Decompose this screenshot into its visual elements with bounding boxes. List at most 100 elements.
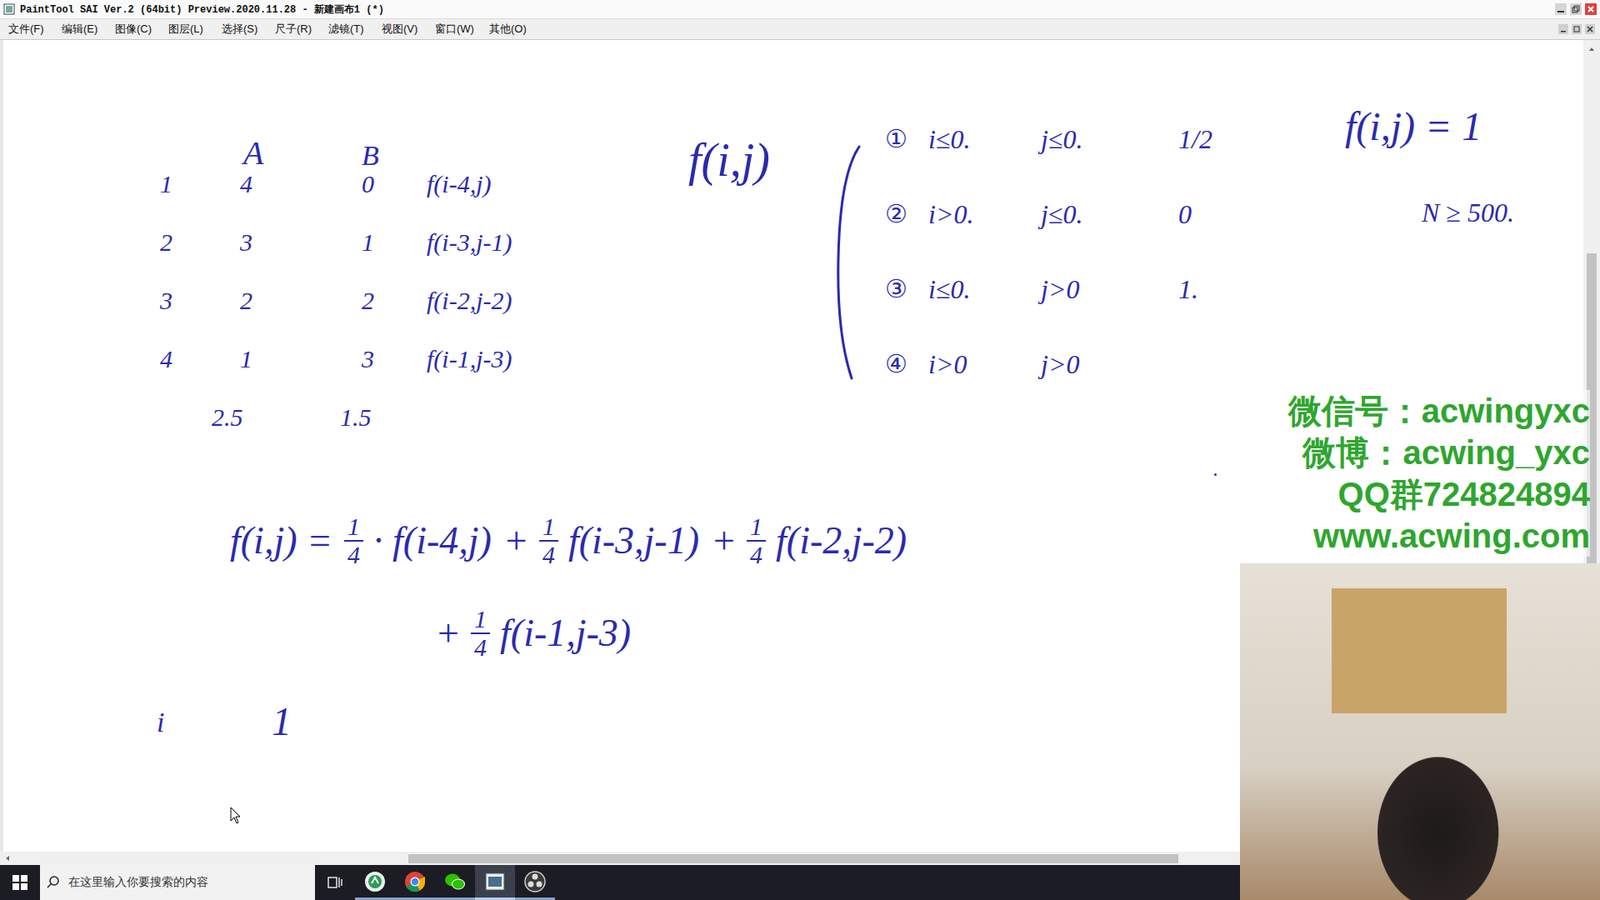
- note-formula: f(i,j) = 1: [1345, 103, 1515, 150]
- sai-app-icon: [3, 3, 15, 15]
- scroll-left-icon[interactable]: [3, 854, 12, 863]
- equation-term: + 1 4 f(i-2,j-2): [710, 513, 907, 568]
- scroll-thumb[interactable]: [408, 854, 1179, 864]
- menu-item[interactable]: 视图(V): [381, 21, 420, 37]
- watermark-line: 微信号：acwingyxc: [1288, 390, 1590, 432]
- table-header: B: [361, 133, 427, 170]
- minimize-icon[interactable]: [1558, 24, 1569, 35]
- fraction: 1 4: [344, 513, 364, 568]
- close-icon[interactable]: [1585, 3, 1597, 15]
- scroll-up-icon[interactable]: [1587, 45, 1596, 54]
- case-i: i≤0.: [928, 274, 1041, 350]
- note-bound: N ≥ 500.: [1421, 197, 1515, 229]
- value-b: 0: [361, 170, 427, 229]
- search-placeholder: 在这里输入你要搜索的内容: [68, 875, 209, 890]
- value-a: 1: [240, 345, 362, 404]
- cursor-icon: [230, 806, 244, 825]
- value-a: 4: [240, 170, 362, 229]
- case-i: i>0.: [928, 199, 1041, 275]
- case-number: ②: [885, 199, 929, 275]
- menu-item[interactable]: 窗口(W): [435, 21, 475, 37]
- close-icon[interactable]: [1585, 24, 1595, 35]
- search-icon: [46, 875, 60, 890]
- watermark-line: www.acwing.com: [1288, 515, 1590, 557]
- equation-term: + 1 4 f(i-3,j-1): [503, 513, 700, 568]
- menu-item[interactable]: 文件(F): [8, 21, 47, 37]
- taskbar-app[interactable]: [355, 865, 395, 900]
- row-number: 2: [160, 228, 240, 287]
- case-number: ③: [885, 274, 929, 350]
- table-header: A: [240, 133, 362, 170]
- menu-item[interactable]: 选择(S): [221, 21, 260, 37]
- fraction: 1 4: [539, 513, 559, 568]
- minimize-icon[interactable]: [1555, 3, 1567, 15]
- taskbar-app[interactable]: [515, 865, 555, 900]
- chrome-icon: [404, 870, 426, 893]
- acwing-icon: [364, 870, 386, 893]
- taskbar-app[interactable]: [435, 865, 475, 900]
- menu-item[interactable]: 编辑(E): [61, 21, 100, 37]
- equation: f(i,j) = 1 4 · f(i-4,j)+ 1 4 f(i-3,j-1)+…: [230, 513, 907, 660]
- search-box[interactable]: 在这里输入你要搜索的内容: [40, 865, 315, 900]
- watermark-line: QQ群724824894: [1288, 473, 1590, 515]
- task-view-button[interactable]: [315, 865, 355, 900]
- ink-dot: [1214, 473, 1217, 476]
- value-a: 2: [240, 286, 362, 345]
- average: 1.5: [340, 403, 427, 462]
- case-value: 0: [1178, 199, 1213, 275]
- watermark-line: 微博：acwing_yxc: [1288, 431, 1590, 474]
- row-number: 1: [160, 170, 240, 229]
- equation-lhs: f(i,j) =: [230, 518, 333, 563]
- obs-icon: [524, 870, 546, 893]
- fraction: 1 4: [470, 605, 490, 660]
- wechat-icon: [444, 870, 466, 893]
- case-value: 1/2: [1178, 124, 1213, 200]
- case-i: i≤0.: [928, 124, 1041, 200]
- taskbar-app[interactable]: [395, 865, 435, 900]
- restore-icon[interactable]: [1571, 24, 1582, 35]
- value-b: 3: [361, 345, 427, 404]
- equation-line: + 1 4 f(i-1,j-3): [435, 605, 907, 660]
- menu-bar: 文件(F) 编辑(E) 图像(C) 图层(L) 选择(S) 尺子(R) 滤镜(T) 视图(V)…: [0, 19, 1600, 40]
- webcam-video: [1240, 563, 1600, 900]
- value-b: 1: [361, 228, 427, 287]
- case-j: j≤0.: [1040, 199, 1179, 275]
- menu-item[interactable]: 滤镜(T): [328, 21, 367, 37]
- case-j: j>0: [1040, 274, 1179, 350]
- case-value: 1.: [1178, 274, 1213, 350]
- value-b: 2: [361, 286, 427, 345]
- window-title: PaintTool SAI Ver.2 (64bit) Preview.2020…: [20, 2, 385, 17]
- restore-icon[interactable]: [1570, 3, 1582, 15]
- taskbar-app[interactable]: [475, 865, 515, 900]
- row-number: 3: [160, 286, 240, 345]
- equation-term: + 1 4 f(i-1,j-3): [435, 605, 631, 660]
- menu-item[interactable]: 其他(O): [489, 21, 528, 37]
- case-j: j≤0.: [1040, 124, 1179, 200]
- start-button[interactable]: [0, 865, 40, 900]
- sai-icon: [484, 870, 506, 893]
- watermark: 微信号：acwingyxc微博：acwing_yxcQQ群724824894ww…: [1288, 390, 1590, 557]
- menu-item[interactable]: 图层(L): [168, 21, 207, 37]
- equation-term: 1 4 · f(i-4,j): [344, 513, 492, 568]
- case-number: ①: [885, 124, 929, 200]
- brace-icon: [821, 141, 864, 384]
- value-a: 3: [240, 228, 362, 287]
- scribble: 1: [271, 698, 292, 745]
- fraction: 1 4: [746, 513, 766, 568]
- cases: ① i≤0. j≤0. 1/2 ② i>0. j≤0. 0 ③ i≤0. j>0 1…: [885, 124, 1213, 425]
- transition: f(i-4,j): [426, 170, 512, 229]
- scribble: i: [156, 706, 165, 739]
- menu-item[interactable]: 图像(C): [115, 21, 154, 37]
- transition: f(i-1,j-3): [426, 345, 512, 404]
- equation-line: f(i,j) = 1 4 · f(i-4,j)+ 1 4 f(i-3,j-1)+…: [230, 513, 907, 568]
- transition: f(i-3,j-1): [426, 228, 512, 287]
- definition: f(i,j): [688, 133, 770, 187]
- case-i: i>0: [928, 349, 1041, 425]
- row-number: 4: [160, 345, 240, 404]
- menu-item[interactable]: 尺子(R): [275, 21, 314, 37]
- windows-icon: [12, 875, 28, 890]
- case-number: ④: [885, 349, 929, 425]
- task-view-icon: [327, 875, 343, 890]
- note: f(i,j) = 1 N ≥ 500.: [1345, 103, 1515, 229]
